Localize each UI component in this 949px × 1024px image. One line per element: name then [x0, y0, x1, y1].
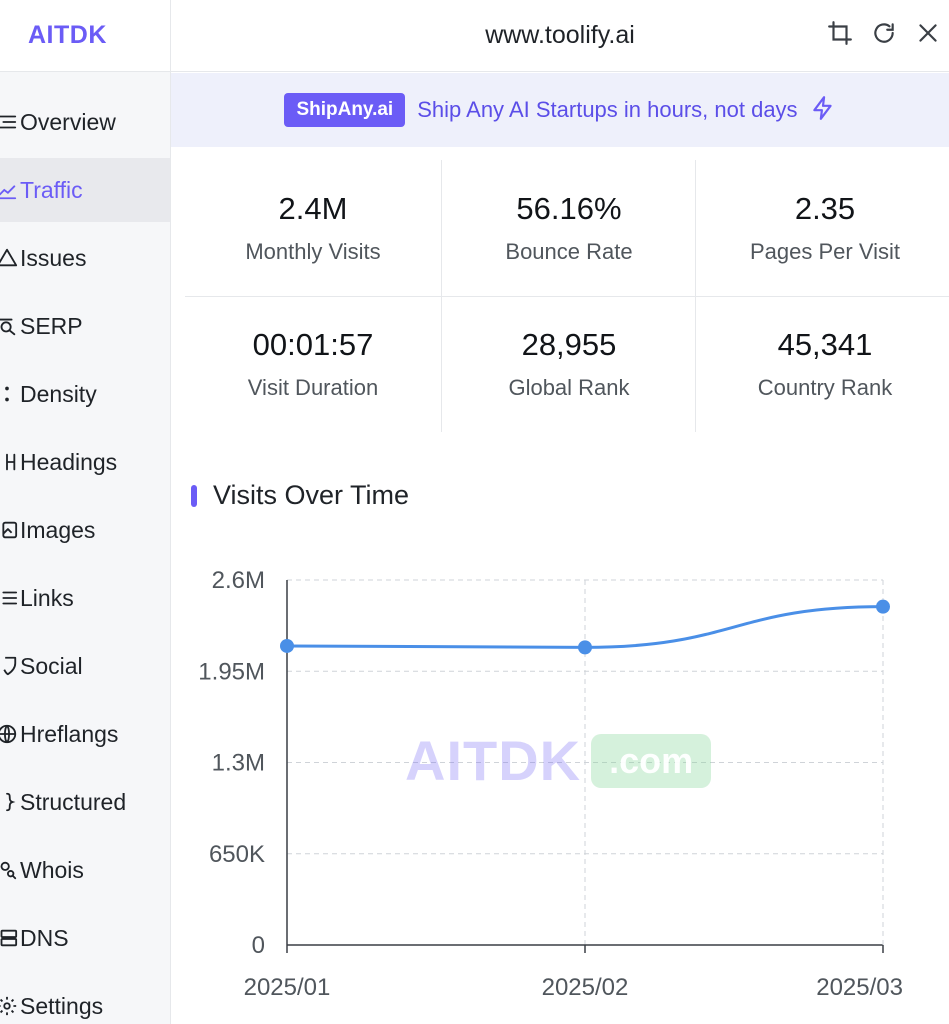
sidebar-item-structured[interactable]: Structured — [0, 770, 170, 834]
stat-value: 56.16% — [516, 191, 622, 226]
stat-label: Bounce Rate — [505, 239, 633, 264]
stat-label: Monthly Visits — [245, 239, 381, 264]
sidebar-item-label: DNS — [20, 924, 69, 951]
y-tick-label: 2.6M — [212, 567, 265, 594]
stat-label: Pages Per Visit — [749, 239, 900, 264]
shield-icon — [0, 655, 18, 677]
x-tick-label: 2025/01 — [244, 974, 331, 1001]
y-tick-label: 1.3M — [212, 750, 265, 777]
chart-section-title: Visits Over Time — [191, 480, 409, 511]
globe-icon — [0, 723, 18, 745]
sidebar-item-label: Density — [20, 380, 97, 407]
crop-icon — [828, 21, 852, 45]
brand-logo[interactable]: AITDK — [0, 0, 170, 72]
sidebar-item-issues[interactable]: Issues — [0, 226, 170, 290]
gear-icon — [0, 995, 18, 1017]
stat-label: Global Rank — [508, 375, 630, 400]
site-url: www.toolify.ai — [485, 21, 635, 49]
sidebar-item-dns[interactable]: DNS — [0, 906, 170, 970]
sidebar-item-density[interactable]: Density — [0, 362, 170, 426]
warning-icon — [0, 247, 18, 269]
y-tick-label: 650K — [209, 841, 265, 868]
sidebar-item-label: SERP — [20, 312, 83, 339]
sidebar-item-label: Links — [20, 584, 74, 611]
stat-global-rank: 28,955 Global Rank — [441, 296, 697, 432]
stat-value: 2.35 — [794, 191, 856, 226]
promo-badge[interactable]: ShipAny.ai — [284, 93, 406, 127]
sidebar: AITDK Overview Traffic Issues SERP Densi… — [0, 0, 171, 1024]
crop-button[interactable] — [825, 18, 855, 48]
sidebar-item-hreflangs[interactable]: Hreflangs — [0, 702, 170, 766]
y-tick-label: 0 — [252, 932, 265, 959]
header: www.toolify.ai — [171, 0, 949, 72]
sidebar-item-label: Settings — [20, 992, 104, 1019]
sidebar-item-label: Headings — [20, 448, 118, 475]
server-icon — [0, 927, 18, 949]
sidebar-nav: Overview Traffic Issues SERP Density Hea… — [0, 90, 170, 1024]
sidebar-item-links[interactable]: Links — [0, 566, 170, 630]
sidebar-item-label: Images — [20, 516, 96, 543]
y-tick-label: 1.95M — [198, 658, 265, 685]
stat-label: Country Rank — [757, 375, 893, 400]
trend-icon — [0, 179, 18, 201]
stat-value: 28,955 — [521, 327, 617, 362]
sidebar-item-settings[interactable]: Settings — [0, 974, 170, 1024]
braces-icon — [0, 791, 18, 813]
data-point — [578, 640, 592, 655]
data-point — [280, 638, 294, 653]
chart-canvas: 0 650K 1.3M 1.95M 2.6M 2025/01 2025/02 2025/03 — [198, 567, 903, 1001]
sidebar-item-label: Traffic — [20, 176, 83, 203]
search-doc-icon — [0, 315, 18, 337]
heading-icon — [0, 451, 18, 473]
image-icon — [0, 519, 18, 541]
promo-banner[interactable]: ShipAny.ai Ship Any AI Startups in hours… — [171, 73, 949, 147]
sidebar-item-social[interactable]: Social — [0, 634, 170, 698]
header-actions — [825, 18, 943, 48]
sidebar-item-whois[interactable]: Whois — [0, 838, 170, 902]
x-tick-label: 2025/02 — [542, 974, 629, 1001]
sidebar-item-images[interactable]: Images — [0, 498, 170, 562]
stat-pages-per-visit: 2.35 Pages Per Visit — [697, 160, 949, 296]
sidebar-item-label: Whois — [20, 856, 84, 883]
sidebar-item-traffic[interactable]: Traffic — [0, 158, 170, 222]
list-icon — [0, 111, 18, 133]
data-point — [876, 599, 890, 614]
title-accent-bar — [191, 484, 197, 507]
stat-label: Visit Duration — [247, 375, 379, 400]
close-button[interactable] — [913, 18, 943, 48]
sidebar-item-label: Overview — [20, 108, 116, 135]
stat-value: 2.4M — [278, 191, 348, 226]
stat-value: 45,341 — [777, 327, 873, 362]
sidebar-item-label: Structured — [20, 788, 127, 815]
stat-monthly-visits: 2.4M Monthly Visits — [185, 160, 441, 296]
sidebar-item-overview[interactable]: Overview — [0, 90, 170, 154]
bolt-icon — [810, 95, 836, 126]
x-tick-label: 2025/03 — [816, 974, 903, 1001]
user-search-icon — [0, 859, 18, 881]
chart-title: Visits Over Time — [213, 480, 410, 510]
stat-bounce-rate: 56.16% Bounce Rate — [441, 160, 697, 296]
stat-value: 00:01:57 — [252, 327, 374, 362]
close-icon — [919, 24, 937, 42]
dots-icon — [0, 383, 18, 405]
sidebar-item-label: Social — [20, 652, 83, 679]
stat-country-rank: 45,341 Country Rank — [697, 296, 949, 432]
visits-chart: 0 650K 1.3M 1.95M 2.6M 2025/01 2025/02 2025/03 — [171, 540, 949, 1024]
refresh-icon — [874, 23, 894, 43]
stats-grid: 2.4M Monthly Visits 56.16% Bounce Rate 2… — [185, 160, 949, 432]
stat-visit-duration: 00:01:57 Visit Duration — [185, 296, 441, 432]
link-list-icon — [0, 587, 18, 609]
sidebar-item-serp[interactable]: SERP — [0, 294, 170, 358]
refresh-button[interactable] — [869, 18, 899, 48]
sidebar-item-label: Hreflangs — [20, 720, 119, 747]
sidebar-item-label: Issues — [20, 244, 87, 271]
sidebar-item-headings[interactable]: Headings — [0, 430, 170, 494]
promo-text[interactable]: Ship Any AI Startups in hours, not days — [417, 97, 797, 123]
